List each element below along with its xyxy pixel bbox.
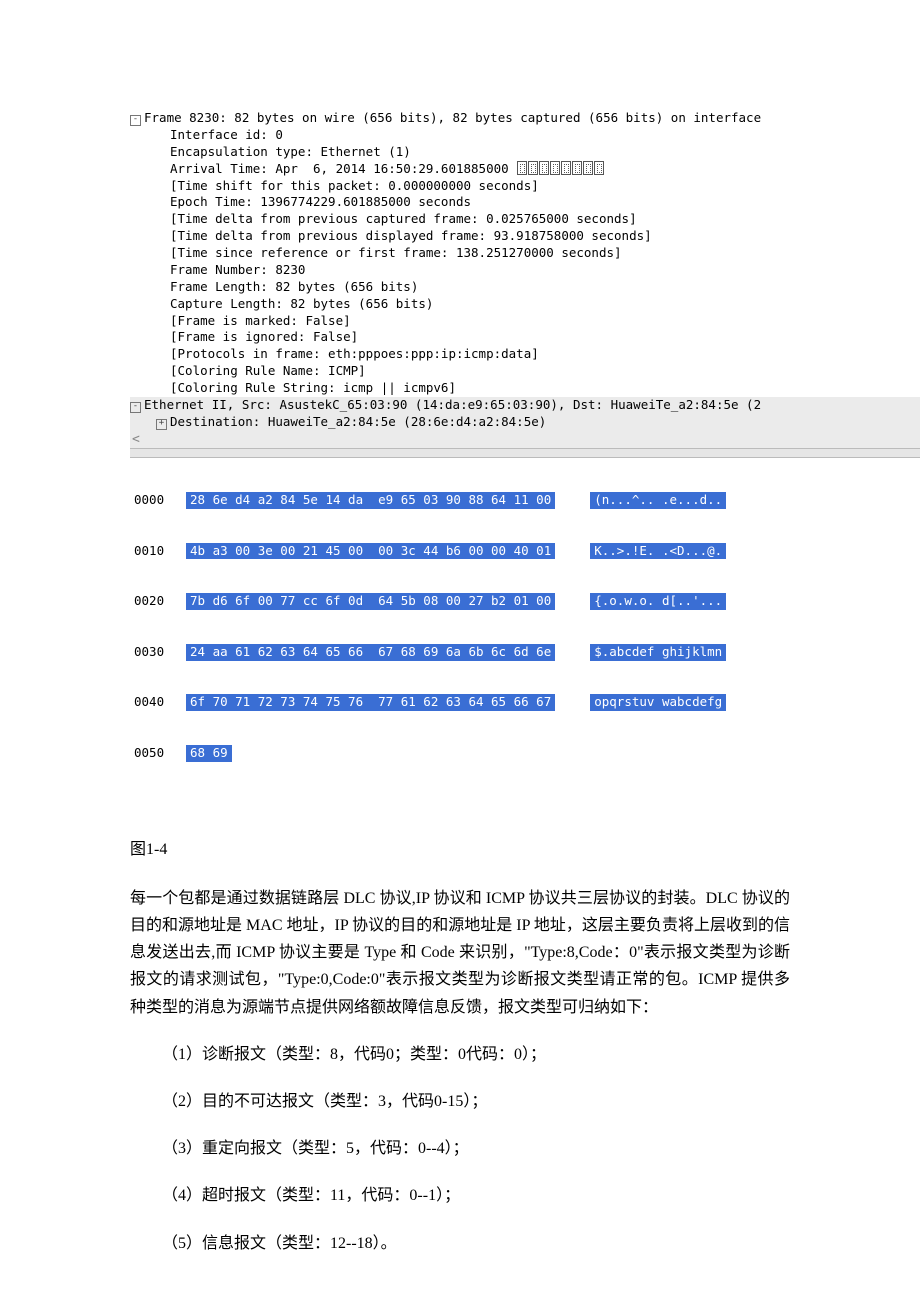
coloring-rule-string[interactable]: [Coloring Rule String: icmp || icmpv6] bbox=[130, 380, 920, 397]
time-delta-displayed[interactable]: [Time delta from previous displayed fram… bbox=[130, 228, 920, 245]
missing-glyph-icon bbox=[594, 161, 604, 175]
hex-row[interactable]: 00406f 70 71 72 73 74 75 76 77 61 62 63 … bbox=[130, 694, 920, 711]
collapse-icon[interactable]: - bbox=[130, 115, 141, 126]
frame-marked[interactable]: [Frame is marked: False] bbox=[130, 313, 920, 330]
list-item-3: （3）重定向报文（类型：5，代码：0--4）； bbox=[130, 1135, 790, 1162]
epoch-time[interactable]: Epoch Time: 1396774229.601885000 seconds bbox=[130, 194, 920, 211]
destination-row[interactable]: +Destination: HuaweiTe_a2:84:5e (28:6e:d… bbox=[130, 414, 920, 431]
time-since-reference[interactable]: [Time since reference or first frame: 13… bbox=[130, 245, 920, 262]
hex-row[interactable]: 00104b a3 00 3e 00 21 45 00 00 3c 44 b6 … bbox=[130, 543, 920, 560]
capture-length[interactable]: Capture Length: 82 bytes (656 bits) bbox=[130, 296, 920, 313]
explanatory-text: 图1-4 每一个包都是通过数据链路层 DLC 协议,IP 协议和 ICMP 协议… bbox=[130, 836, 790, 1257]
protocols-in-frame[interactable]: [Protocols in frame: eth:pppoes:ppp:ip:i… bbox=[130, 346, 920, 363]
list-item-1: （1）诊断报文（类型：8，代码0；类型：0代码：0）； bbox=[130, 1041, 790, 1068]
hex-ascii: (n...^.. .e...d.. bbox=[590, 492, 726, 509]
interface-id[interactable]: Interface id: 0 bbox=[130, 127, 920, 144]
hex-row[interactable]: 00207b d6 6f 00 77 cc 6f 0d 64 5b 08 00 … bbox=[130, 593, 920, 610]
hex-offset: 0010 bbox=[130, 543, 186, 560]
expand-icon[interactable]: + bbox=[156, 419, 167, 430]
document-page: -Frame 8230: 82 bytes on wire (656 bits)… bbox=[0, 110, 920, 1257]
missing-glyph-icon bbox=[572, 161, 582, 175]
hex-offset: 0050 bbox=[130, 745, 186, 762]
missing-glyph-icon bbox=[539, 161, 549, 175]
hex-ascii: opqrstuv wabcdefg bbox=[590, 694, 726, 711]
list-item-4: （4）超时报文（类型：11，代码：0--1）； bbox=[130, 1182, 790, 1209]
hex-bytes: 6f 70 71 72 73 74 75 76 77 61 62 63 64 6… bbox=[186, 694, 555, 711]
hex-dump-pane[interactable]: 000028 6e d4 a2 84 5e 14 da e9 65 03 90 … bbox=[130, 458, 920, 796]
hex-offset: 0030 bbox=[130, 644, 186, 661]
hex-row[interactable]: 003024 aa 61 62 63 64 65 66 67 68 69 6a … bbox=[130, 644, 920, 661]
hex-row[interactable]: 000028 6e d4 a2 84 5e 14 da e9 65 03 90 … bbox=[130, 492, 920, 509]
hex-bytes: 24 aa 61 62 63 64 65 66 67 68 69 6a 6b 6… bbox=[186, 644, 555, 661]
hex-ascii: K..>.!E. .<D...@. bbox=[590, 543, 726, 560]
arrival-time[interactable]: Arrival Time: Apr 6, 2014 16:50:29.60188… bbox=[130, 161, 920, 178]
wireshark-screenshot: -Frame 8230: 82 bytes on wire (656 bits)… bbox=[130, 110, 920, 796]
frame-header: Frame 8230: 82 bytes on wire (656 bits),… bbox=[144, 110, 761, 125]
frame-ignored[interactable]: [Frame is ignored: False] bbox=[130, 329, 920, 346]
pane-divider[interactable] bbox=[130, 448, 920, 458]
hex-bytes: 4b a3 00 3e 00 21 45 00 00 3c 44 b6 00 0… bbox=[186, 543, 555, 560]
list-item-5: （5）信息报文（类型：12--18）。 bbox=[130, 1230, 790, 1257]
hex-row[interactable]: 005068 69 bbox=[130, 745, 920, 762]
ethernet-row[interactable]: -Ethernet II, Src: AsustekC_65:03:90 (14… bbox=[130, 397, 920, 414]
frame-length[interactable]: Frame Length: 82 bytes (656 bits) bbox=[130, 279, 920, 296]
frame-header-row[interactable]: -Frame 8230: 82 bytes on wire (656 bits)… bbox=[130, 110, 920, 127]
figure-caption: 图1-4 bbox=[130, 836, 790, 863]
missing-glyph-icon bbox=[517, 161, 527, 175]
missing-glyph-icon bbox=[528, 161, 538, 175]
hex-bytes: 28 6e d4 a2 84 5e 14 da e9 65 03 90 88 6… bbox=[186, 492, 555, 509]
ethernet-header: Ethernet II, Src: AsustekC_65:03:90 (14:… bbox=[144, 397, 761, 412]
collapse-icon[interactable]: - bbox=[130, 402, 141, 413]
hex-offset: 0000 bbox=[130, 492, 186, 509]
missing-glyph-icon bbox=[583, 161, 593, 175]
paragraph-main: 每一个包都是通过数据链路层 DLC 协议,IP 协议和 ICMP 协议共三层协议… bbox=[130, 885, 790, 1021]
missing-glyph-icon bbox=[561, 161, 571, 175]
hex-offset: 0020 bbox=[130, 593, 186, 610]
time-delta-captured[interactable]: [Time delta from previous captured frame… bbox=[130, 211, 920, 228]
hex-offset: 0040 bbox=[130, 694, 186, 711]
time-shift[interactable]: [Time shift for this packet: 0.000000000… bbox=[130, 178, 920, 195]
frame-number[interactable]: Frame Number: 8230 bbox=[130, 262, 920, 279]
hex-bytes: 68 69 bbox=[186, 745, 232, 762]
hex-ascii: {.o.w.o. d[..'... bbox=[590, 593, 726, 610]
list-item-2: （2）目的不可达报文（类型：3，代码0-15）； bbox=[130, 1088, 790, 1115]
scroll-left-indicator[interactable]: < bbox=[130, 431, 920, 449]
hex-ascii: $.abcdef ghijklmn bbox=[590, 644, 726, 661]
hex-bytes: 7b d6 6f 00 77 cc 6f 0d 64 5b 08 00 27 b… bbox=[186, 593, 555, 610]
destination-label: Destination: HuaweiTe_a2:84:5e (28:6e:d4… bbox=[170, 414, 546, 429]
missing-glyph-icon bbox=[550, 161, 560, 175]
encapsulation-type[interactable]: Encapsulation type: Ethernet (1) bbox=[130, 144, 920, 161]
coloring-rule-name[interactable]: [Coloring Rule Name: ICMP] bbox=[130, 363, 920, 380]
